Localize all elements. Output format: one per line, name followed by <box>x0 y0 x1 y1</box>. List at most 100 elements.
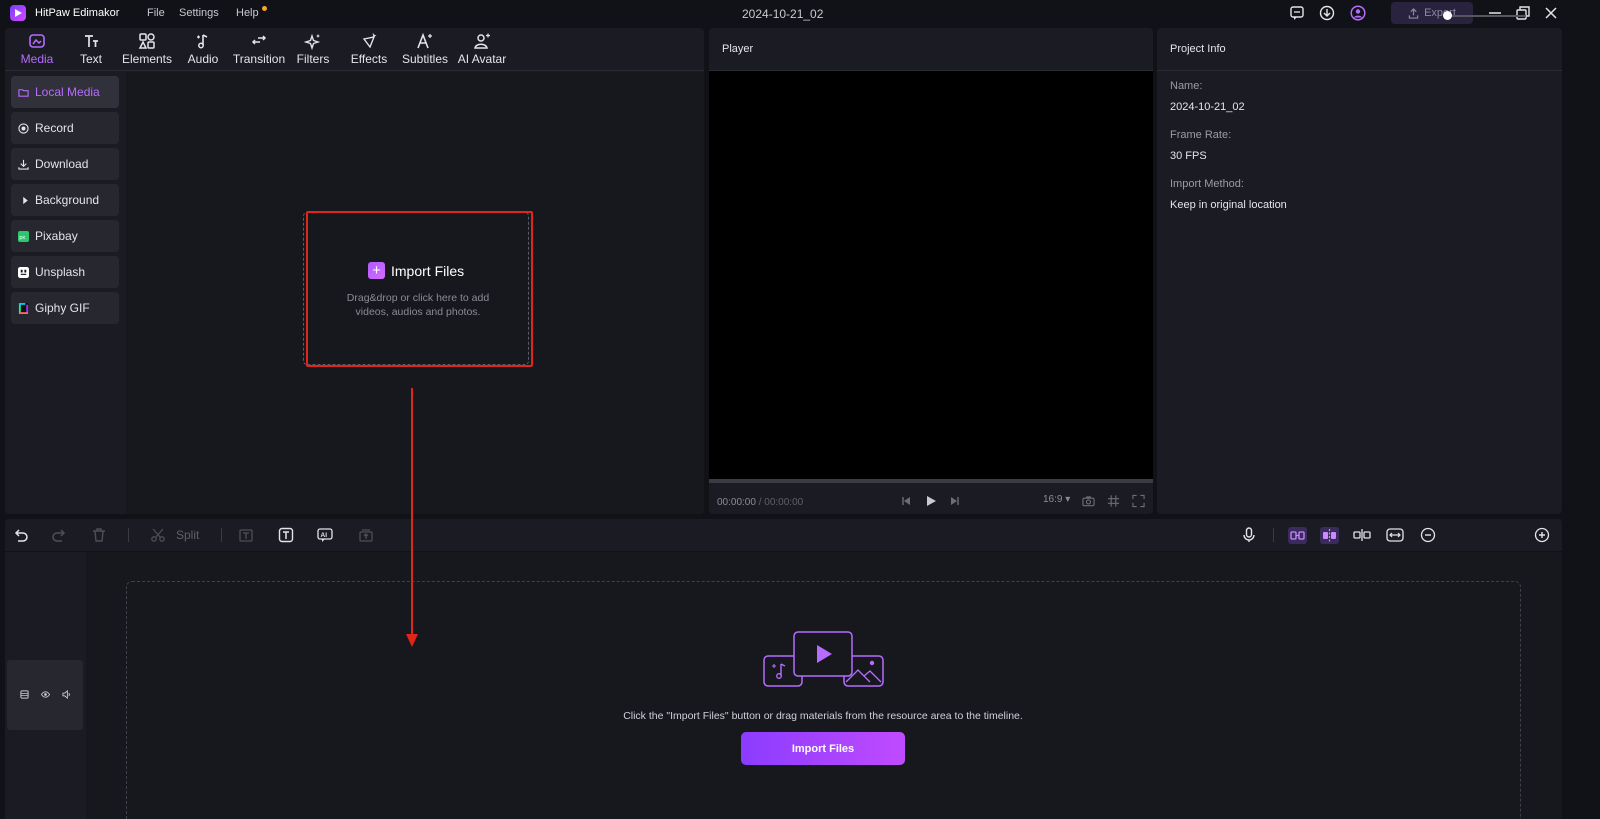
tab-audio[interactable]: Audio <box>186 32 220 68</box>
zoom-slider-track[interactable] <box>1446 15 1526 17</box>
timeline-dropzone[interactable] <box>126 581 1521 819</box>
sidebar-item-background[interactable]: Background <box>11 184 119 216</box>
menu-file[interactable]: File <box>147 7 165 19</box>
export-icon <box>1408 7 1419 19</box>
export-clip-icon[interactable] <box>358 527 374 543</box>
restore-icon[interactable] <box>1515 5 1531 21</box>
link-tracks-icon[interactable] <box>1320 527 1339 544</box>
split-button[interactable]: Split <box>176 528 199 542</box>
tab-effects[interactable]: Effects <box>350 32 388 68</box>
tab-elements[interactable]: Elements <box>122 32 172 68</box>
minimize-icon[interactable] <box>1487 5 1503 21</box>
tab-subtitles[interactable]: Subtitles <box>402 32 448 68</box>
timeline-import-files-button[interactable]: Import Files <box>741 732 905 765</box>
toolbar-divider <box>128 528 129 542</box>
delete-icon[interactable] <box>91 527 107 543</box>
zoom-in-icon[interactable] <box>1534 527 1550 543</box>
tab-ai-avatar[interactable]: AI Avatar <box>457 32 507 68</box>
ai-subtitle-icon[interactable]: AI <box>317 527 333 543</box>
track-video-icon <box>20 690 29 699</box>
project-info-title: Project Info <box>1170 43 1226 55</box>
document-title: 2024-10-21_02 <box>742 7 824 21</box>
feedback-icon[interactable] <box>1289 5 1305 21</box>
sidebar-item-giphy[interactable]: Giphy GIF <box>11 292 119 324</box>
menu-settings[interactable]: Settings <box>179 7 219 19</box>
download-icon <box>18 159 29 170</box>
annotation-arrow-head <box>406 634 418 647</box>
tab-media-label: Media <box>20 52 54 66</box>
app-name: HitPaw Edimakor <box>35 7 120 19</box>
close-icon[interactable] <box>1543 5 1559 21</box>
sidebar-item-record[interactable]: Record <box>11 112 119 144</box>
sidebar-item-label: Giphy GIF <box>35 301 90 315</box>
player-title: Player <box>722 43 754 55</box>
sidebar-item-download[interactable]: Download <box>11 148 119 180</box>
player-panel: Player 00:00:00 / 00:00:00 16:9 ▾ <box>709 28 1153 514</box>
current-time: 00:00:00 <box>717 497 756 508</box>
tab-media[interactable]: Media <box>19 32 55 68</box>
info-import-method-value: Keep in original location <box>1170 199 1287 211</box>
menu-help[interactable]: Help <box>236 7 259 19</box>
zoom-out-icon[interactable] <box>1420 527 1436 543</box>
crop-text-icon[interactable] <box>238 527 254 543</box>
aspect-ratio-select[interactable]: 16:9 ▾ <box>1043 494 1070 508</box>
title-bar: HitPaw Edimakor File Settings Help 2024-… <box>0 0 1600 27</box>
fit-timeline-icon[interactable] <box>1386 527 1404 543</box>
track-mute-icon[interactable] <box>62 690 71 699</box>
account-icon[interactable] <box>1350 5 1366 21</box>
prev-frame-icon[interactable] <box>901 494 911 508</box>
download-circle-icon[interactable] <box>1319 5 1335 21</box>
grid-icon[interactable] <box>1107 494 1120 508</box>
pixabay-icon: px <box>18 230 29 242</box>
info-name-label: Name: <box>1170 80 1203 92</box>
undo-icon[interactable] <box>13 527 29 543</box>
add-text-icon[interactable] <box>278 527 294 543</box>
tab-transition[interactable]: Transition <box>232 32 286 68</box>
video-preview[interactable] <box>709 71 1153 479</box>
split-link-icon[interactable] <box>1353 527 1371 543</box>
aspect-ratio-value: 16:9 <box>1043 494 1063 505</box>
annotation-highlight-box <box>306 211 533 367</box>
annotation-arrow-line <box>411 388 413 636</box>
fullscreen-icon[interactable] <box>1132 494 1145 508</box>
snapshot-icon[interactable] <box>1082 494 1095 508</box>
expand-triangle-icon <box>23 196 28 204</box>
audio-icon <box>197 34 208 49</box>
sidebar-item-label: Background <box>35 193 100 207</box>
zoom-slider-handle[interactable] <box>1443 11 1452 20</box>
sidebar-item-pixabay[interactable]: px Pixabay <box>11 220 119 252</box>
sidebar-item-local-media[interactable]: Local Media <box>11 76 119 108</box>
transition-icon <box>251 35 267 45</box>
tab-text[interactable]: Text <box>75 32 107 68</box>
project-info-header: Project Info <box>1157 28 1562 71</box>
total-time: 00:00:00 <box>764 497 804 508</box>
tab-filters[interactable]: Filters <box>296 32 330 68</box>
playback-progress-bar[interactable] <box>709 479 1153 483</box>
tab-effects-label: Effects <box>350 52 388 66</box>
record-icon <box>18 122 29 134</box>
play-icon[interactable] <box>925 494 937 508</box>
sidebar-item-label: Pixabay <box>35 229 78 243</box>
scissors-icon[interactable] <box>150 527 166 543</box>
sidebar-item-label: Local Media <box>35 85 100 99</box>
track-visibility-icon[interactable] <box>41 690 50 699</box>
timecode: 00:00:00 / 00:00:00 <box>717 497 803 508</box>
tab-subtitles-label: Subtitles <box>401 52 449 66</box>
app-logo-icon <box>10 5 26 21</box>
giphy-icon <box>18 302 29 314</box>
tab-elements-label: Elements <box>121 52 173 66</box>
redo-icon[interactable] <box>51 527 67 543</box>
tab-transition-label: Transition <box>232 52 286 66</box>
media-icon <box>29 34 45 48</box>
tab-ai-avatar-label: AI Avatar <box>457 52 507 66</box>
sidebar-item-unsplash[interactable]: Unsplash <box>11 256 119 288</box>
ai-avatar-icon <box>474 33 490 49</box>
media-illustration-icon <box>763 631 884 687</box>
tab-text-label: Text <box>79 52 102 66</box>
export-button[interactable]: Export <box>1391 2 1473 24</box>
microphone-icon[interactable] <box>1241 527 1257 543</box>
next-frame-icon[interactable] <box>950 494 960 508</box>
snap-magnet-icon[interactable] <box>1288 527 1307 544</box>
svg-text:AI: AI <box>321 532 328 539</box>
help-notification-dot <box>262 6 267 11</box>
